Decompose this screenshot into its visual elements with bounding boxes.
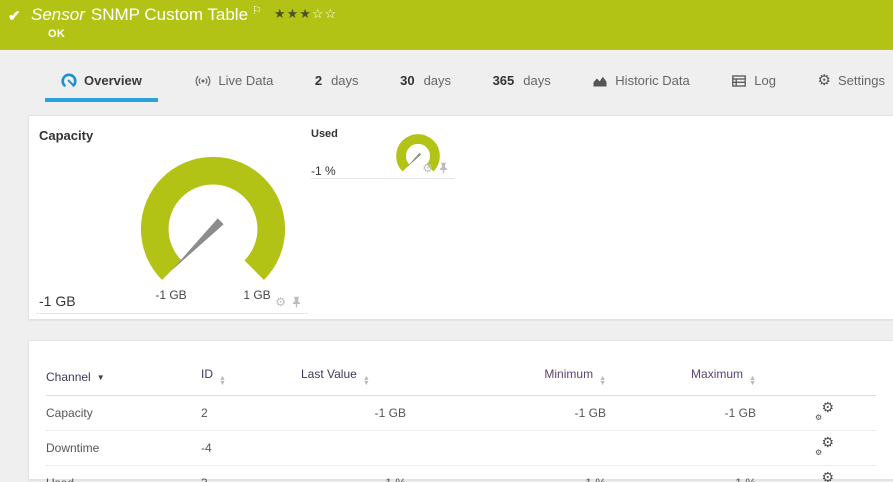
cell-actions: ⚙⚙ [756,395,876,431]
cell-last-value [301,430,406,466]
cell-last-value: -1 GB [301,395,406,431]
cell-maximum [606,430,756,466]
tab-number: 365 [492,73,515,88]
tab-live-data[interactable]: Live Data [191,59,277,102]
pin-icon[interactable] [438,162,449,174]
column-header-id[interactable]: ID ▲ ▼ [201,359,301,396]
channel-settings-icon[interactable]: ⚙⚙ [814,400,834,422]
status-badge: OK [48,28,66,40]
divider [311,178,455,179]
tab-30-days[interactable]: 30 days [396,59,455,102]
column-label: Maximum [691,367,744,381]
gauge-value-used: -1 % [311,164,336,178]
prtg-sensor-page: ✔ Sensor SNMP Custom Table ⚐ ★★★☆☆ OK Overv… [0,0,893,482]
cell-maximum: -1 % [606,465,756,482]
channel-settings-icon[interactable]: ⚙⚙ [814,470,834,482]
table-header-row: Channel ▼ ID ▲ ▼ Last Value ▲ ▼ Minimum ▲ ▼ Max… [46,359,876,396]
cell-actions: ⚙⚙ [756,430,876,466]
tab-historic-data[interactable]: Historic Data [588,59,693,102]
gauge-title-capacity: Capacity [39,128,94,143]
sort-desc-icon: ▼ [96,372,105,382]
cell-maximum: -1 GB [606,395,756,431]
sensor-type-label: Sensor [31,5,85,24]
gauge-settings-gear-icon[interactable]: ⚙ [275,296,286,308]
sort-icon: ▲ ▼ [749,375,756,387]
sort-icon: ▲ ▼ [362,375,370,387]
tab-settings[interactable]: ⚙ Settings [814,59,889,102]
cell-last-value: -1 % [301,465,406,482]
sort-icon: ▲ ▼ [599,375,606,387]
tab-overview[interactable]: Overview [45,59,158,102]
cell-channel: Downtime [46,430,201,466]
gauge-controls: ⚙ [422,162,449,174]
column-label: Channel [46,369,91,384]
cell-channel: Used [46,465,201,482]
log-icon [732,74,747,87]
gauge-title-used: Used [311,128,338,140]
sort-icon: ▲ ▼ [219,375,226,387]
gauge-icon [61,73,77,87]
table-row-downtime: Downtime -4 ⚙ ⚙ [46,430,876,466]
cell-minimum: -1 GB [406,395,606,431]
gauge-value-capacity: -1 GB [39,293,76,309]
gauge-min-label: -1 GB [155,288,187,302]
table-row-used: Used 3 -1 % -1 % -1 % ⚙⚙ [46,465,876,482]
stars-filled: ★★★ [273,6,312,21]
cell-minimum: -1 % [406,465,606,482]
live-data-icon [196,75,211,86]
tab-word: days [423,73,452,88]
cell-actions: ⚙⚙ [756,465,876,482]
column-label: ID [201,367,213,381]
column-label: Last Value [301,367,357,381]
tab-365-days[interactable]: 365 days [489,59,555,102]
column-header-last-value[interactable]: Last Value ▲ ▼ [301,359,406,396]
gear-icon: ⚙ [817,72,831,89]
tab-label: Historic Data [615,73,690,88]
capacity-gauge [140,156,286,280]
tab-label: Log [754,73,776,88]
tab-number: 30 [400,73,415,88]
divider [36,313,308,314]
gauges-panel: Capacity -1 GB 1 GB -1 GB ⚙ Used -1 % ⚙ [28,115,893,320]
cell-id: 2 [201,395,301,431]
tab-word: days [523,73,551,88]
status-ok-check-icon: ✔ [8,8,21,25]
tab-word: days [331,73,359,88]
used-gauge-block: Used -1 % ⚙ [311,124,455,199]
tab-label: Settings [837,73,885,88]
pin-icon[interactable] [291,296,302,308]
sensor-title: SNMP Custom Table [90,5,249,24]
tab-label: Overview [84,73,142,88]
gauge-controls: ⚙ [275,296,302,308]
flag-icon[interactable]: ⚐ [252,5,262,17]
tab-2-days[interactable]: 2 days [311,59,363,102]
channel-settings-icon[interactable]: ⚙⚙ [814,435,834,457]
priority-stars[interactable]: ★★★☆☆ [274,6,337,21]
tab-bar: Overview Live Data 2 days 30 days 365 da… [0,59,893,102]
cell-channel: Capacity [46,395,201,431]
tab-label: Live Data [218,73,274,88]
column-header-minimum[interactable]: Minimum ▲ ▼ [406,359,606,396]
column-header-channel[interactable]: Channel ▼ [46,359,201,396]
cell-id: -4 [201,430,301,466]
sensor-title-line: Sensor SNMP Custom Table ⚐ ★★★☆☆ [31,5,337,25]
column-header-actions [756,359,876,396]
tab-number: 2 [314,73,323,88]
column-label: Minimum [544,367,594,381]
column-header-maximum[interactable]: Maximum ▲ ▼ [606,359,756,396]
tab-log[interactable]: Log [727,59,780,102]
capacity-gauge-block: Capacity -1 GB 1 GB -1 GB ⚙ [36,126,308,314]
channel-table-panel: Channel ▼ ID ▲ ▼ Last Value ▲ ▼ Minimum ▲ ▼ Max… [28,340,893,482]
stars-empty: ☆☆ [311,6,338,21]
cell-minimum [406,430,606,466]
sensor-header: ✔ Sensor SNMP Custom Table ⚐ ★★★☆☆ OK [0,0,893,50]
cell-id: 3 [201,465,301,482]
channel-table: Channel ▼ ID ▲ ▼ Last Value ▲ ▼ Minimum ▲ ▼ Max… [46,359,876,482]
area-chart-icon [593,76,607,86]
table-row-capacity: Capacity 2 -1 GB -1 GB -1 GB ⚙ ⚙ [46,395,876,431]
gauge-settings-gear-icon[interactable]: ⚙ [422,162,433,174]
